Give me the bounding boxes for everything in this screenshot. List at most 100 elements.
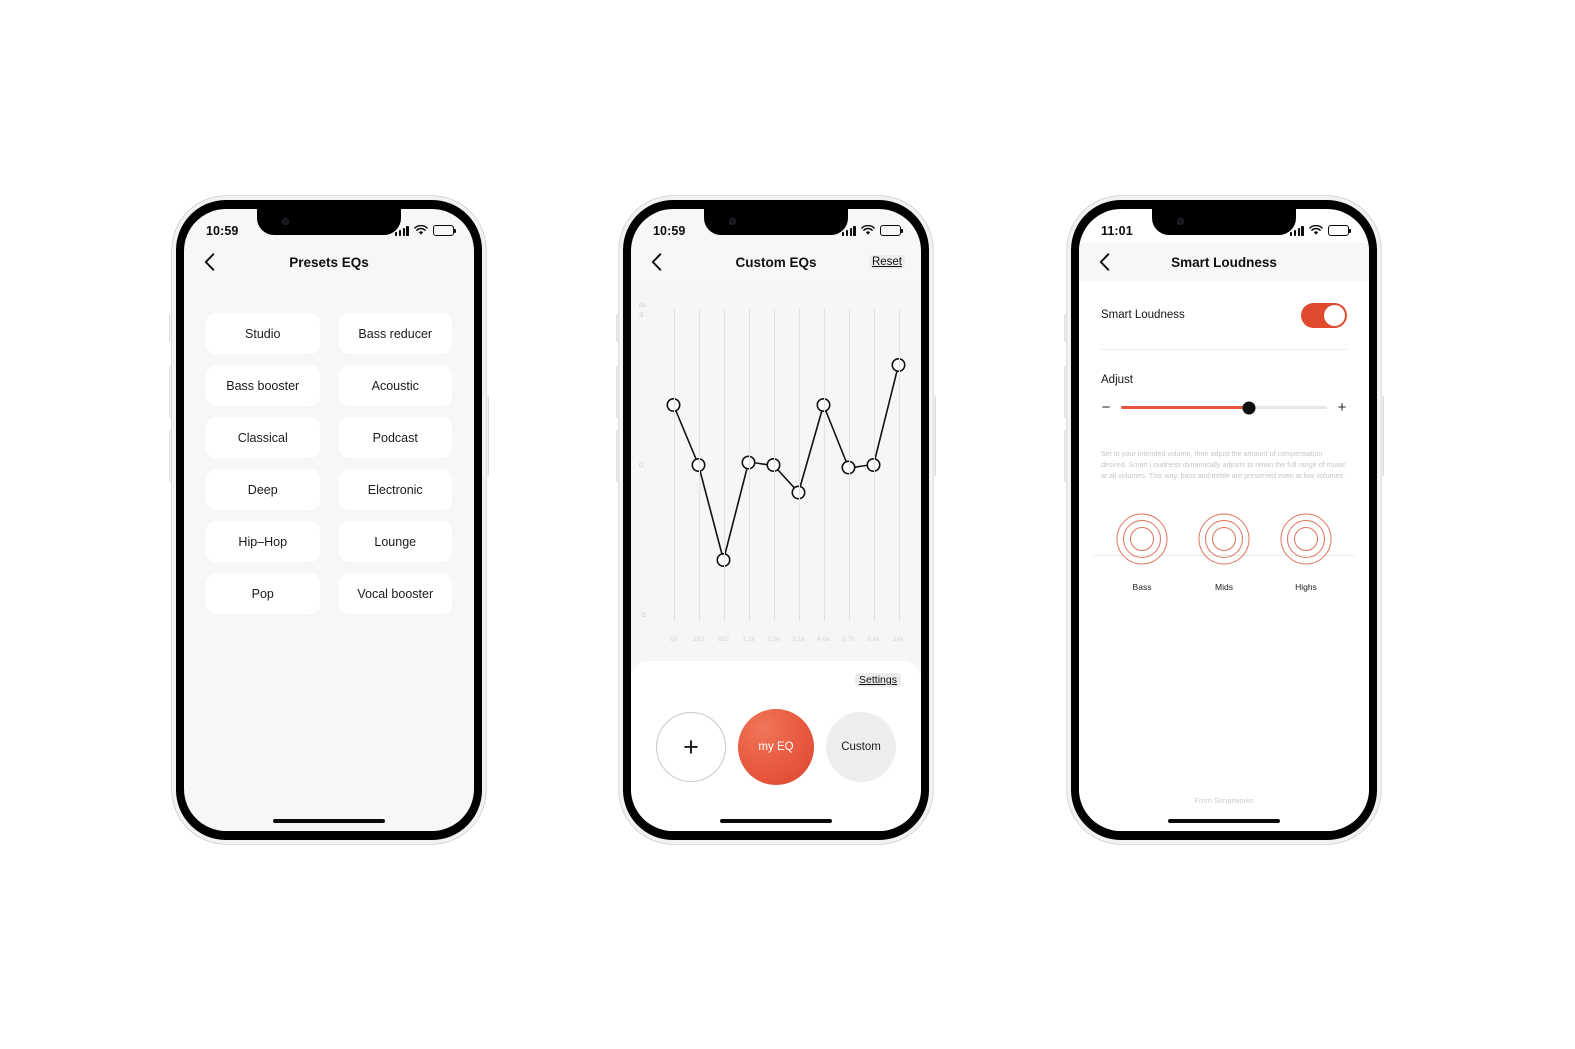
notch <box>704 209 848 235</box>
screen-smart-loudness: 11:01 Smart Loudness Smart Loudness Adju… <box>1079 209 1369 831</box>
band-mids: Mids <box>1197 512 1251 592</box>
silent-switch[interactable] <box>616 314 619 342</box>
eq-gridline <box>848 309 850 621</box>
minus-icon[interactable]: − <box>1101 400 1111 415</box>
eq-gridline <box>898 309 900 621</box>
page-title: Smart Loudness <box>1171 254 1277 270</box>
volume-down-button[interactable] <box>1064 430 1067 482</box>
smart-loudness-toggle[interactable] <box>1301 302 1347 328</box>
back-button[interactable] <box>645 251 667 273</box>
nav-bar-presets: Presets EQs <box>184 243 474 281</box>
eq-x-tick-label: 9.8k <box>867 636 880 643</box>
eq-x-tick-label: 3.1k <box>792 636 805 643</box>
footer-attribution: From Sonarworks <box>1194 796 1254 805</box>
notch <box>1152 209 1296 235</box>
smart-loudness-toggle-row: Smart Loudness <box>1079 281 1369 349</box>
home-indicator[interactable] <box>720 818 832 823</box>
preset-chip-acoustic[interactable]: Acoustic <box>338 365 452 406</box>
silent-switch[interactable] <box>169 314 172 342</box>
preset-label: Podcast <box>372 430 418 445</box>
slider-knob[interactable] <box>1242 401 1256 414</box>
preset-chip-bass-booster[interactable]: Bass booster <box>206 365 320 406</box>
preset-label: Pop <box>251 586 274 601</box>
eq-preset-buttons: + my EQ Custom <box>631 709 921 785</box>
preset-chip-deep[interactable]: Deep <box>206 469 320 510</box>
plus-icon[interactable]: + <box>1337 400 1347 415</box>
reset-button[interactable]: Reset <box>868 255 905 269</box>
eq-y-axis-unit: db <box>639 303 646 309</box>
battery-icon <box>880 225 903 236</box>
eq-x-tick-label: 1.2k <box>742 636 755 643</box>
eq-x-tick-label: 69 <box>669 636 678 643</box>
phone-bezel: 10:59 <box>623 200 929 840</box>
back-button[interactable] <box>1093 251 1115 273</box>
power-button[interactable] <box>933 396 936 476</box>
preset-chip-bass-reducer[interactable]: Bass reducer <box>338 313 452 354</box>
nav-bar-custom: Custom EQs Reset <box>631 243 921 281</box>
screenshot-stage: 10:59 Presets EQs Studio Bass reducer Ba… <box>0 0 1575 1049</box>
preset-chip-hip-hop[interactable]: Hip–Hop <box>206 521 320 562</box>
volume-up-button[interactable] <box>1064 366 1067 418</box>
eq-gridline <box>748 309 750 621</box>
preset-chip-podcast[interactable]: Podcast <box>338 417 452 458</box>
volume-down-button[interactable] <box>169 430 172 482</box>
wifi-icon <box>414 225 428 235</box>
eq-x-tick-label: 4.6k <box>817 636 830 643</box>
preset-label: Hip–Hop <box>238 534 288 549</box>
eq-graph-panel: db 69 282 682 1.2k 2.0k 3.1k 4.6k 6.7k 9.8k 14k 3 0… <box>631 281 921 661</box>
volume-up-button[interactable] <box>616 366 619 418</box>
eq-plot-area[interactable] <box>661 309 911 621</box>
add-eq-button[interactable]: + <box>656 712 726 782</box>
silent-switch[interactable] <box>1064 314 1067 342</box>
presets-grid: Studio Bass reducer Bass booster Acousti… <box>184 313 474 614</box>
status-icons <box>841 225 903 236</box>
wifi-icon <box>861 225 875 235</box>
eq-x-tick-label: 2.0k <box>767 636 780 643</box>
frequency-bands: Bass Mids Highs <box>1079 512 1369 592</box>
phone-smart-loudness: 11:01 Smart Loudness Smart Loudness Adju… <box>1064 196 1384 844</box>
screen-presets: 10:59 Presets EQs Studio Bass reducer Ba… <box>184 209 474 831</box>
ripple-icon <box>1198 513 1250 565</box>
home-indicator[interactable] <box>1168 818 1280 823</box>
page-title: Presets EQs <box>289 254 369 270</box>
volume-down-button[interactable] <box>616 430 619 482</box>
eq-gridline <box>673 309 675 621</box>
home-indicator[interactable] <box>273 818 385 823</box>
preset-label: Bass reducer <box>358 326 433 341</box>
custom-eq-button[interactable]: Custom <box>826 712 896 782</box>
band-bass: Bass <box>1115 512 1169 592</box>
eq-gridline <box>698 309 700 621</box>
eq-x-tick-label: 6.7k <box>842 636 855 643</box>
band-label: Bass <box>1132 581 1152 592</box>
battery-icon <box>1328 225 1351 236</box>
ripple-icon <box>1280 513 1332 565</box>
adjust-slider[interactable] <box>1121 401 1327 414</box>
preset-chip-pop[interactable]: Pop <box>206 573 320 614</box>
preset-chip-classical[interactable]: Classical <box>206 417 320 458</box>
battery-icon <box>433 225 456 236</box>
settings-link[interactable]: Settings <box>855 673 901 687</box>
preset-chip-vocal-booster[interactable]: Vocal booster <box>338 573 452 614</box>
preset-chip-studio[interactable]: Studio <box>206 313 320 354</box>
power-button[interactable] <box>1381 396 1384 476</box>
preset-chip-electronic[interactable]: Electronic <box>338 469 452 510</box>
smart-loudness-label: Smart Loudness <box>1101 309 1185 321</box>
chevron-left-icon <box>1099 253 1109 271</box>
phone-presets-eqs: 10:59 Presets EQs Studio Bass reducer Ba… <box>169 196 489 844</box>
ripple-icon <box>1116 513 1168 565</box>
nav-bar-loudness: Smart Loudness <box>1079 243 1369 281</box>
power-button[interactable] <box>486 396 489 476</box>
adjust-slider-row: − + <box>1079 386 1369 415</box>
preset-label: Deep <box>247 482 278 497</box>
chevron-left-icon <box>651 253 661 271</box>
phone-bezel: 10:59 <box>176 200 482 840</box>
custom-label: Custom <box>841 741 881 753</box>
eq-gridline <box>773 309 775 621</box>
preset-chip-lounge[interactable]: Lounge <box>338 521 452 562</box>
status-icons <box>1289 225 1351 236</box>
volume-up-button[interactable] <box>169 366 172 418</box>
my-eq-button[interactable]: my EQ <box>738 709 814 785</box>
back-button[interactable] <box>198 251 220 273</box>
preset-label: Electronic <box>367 482 423 497</box>
adjust-label: Adjust <box>1101 374 1133 386</box>
